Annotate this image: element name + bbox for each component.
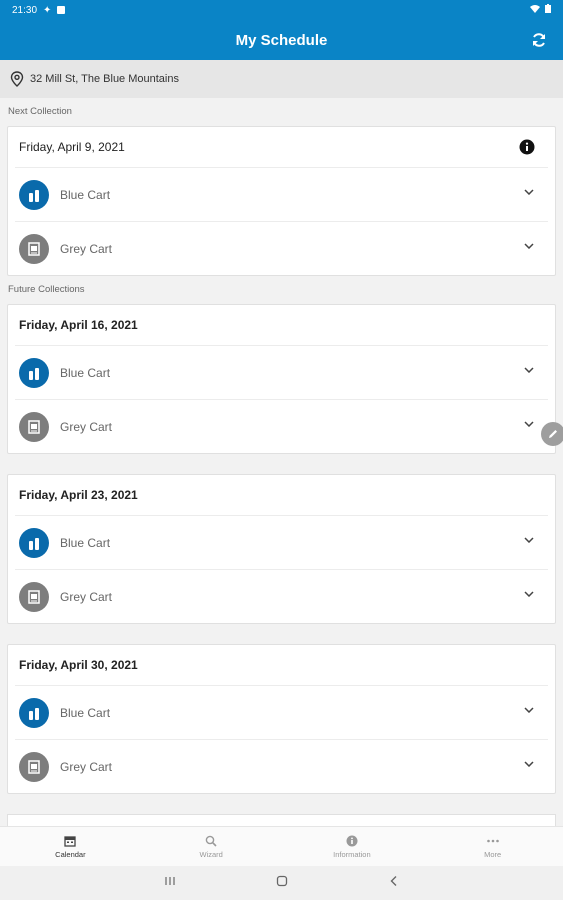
battery-icon bbox=[545, 4, 551, 16]
grey-cart-row[interactable]: Grey Cart bbox=[15, 221, 548, 275]
chevron-down-icon[interactable] bbox=[524, 761, 534, 767]
grey-cart-row[interactable]: Grey Cart bbox=[15, 399, 548, 453]
grey-cart-row[interactable]: Grey Cart bbox=[15, 569, 548, 623]
future-collection-card: Friday, April 30, 2021 Blue Cart Grey Ca… bbox=[7, 644, 556, 794]
collection-date: Friday, April 23, 2021 bbox=[19, 488, 138, 502]
chevron-down-icon[interactable] bbox=[524, 243, 534, 249]
refresh-icon bbox=[533, 33, 545, 47]
blue-cart-row[interactable]: Blue Cart bbox=[15, 345, 548, 399]
nav-label: Information bbox=[333, 849, 371, 859]
grey-cart-icon bbox=[19, 411, 49, 442]
blue-cart-icon bbox=[19, 179, 49, 210]
chevron-down-icon[interactable] bbox=[524, 707, 534, 713]
collection-date-header: Friday, April 9, 2021 bbox=[8, 127, 555, 167]
nav-calendar[interactable]: Calendar bbox=[0, 827, 141, 866]
nav-more[interactable]: More bbox=[422, 827, 563, 866]
chevron-down-icon[interactable] bbox=[524, 189, 534, 195]
cart-label: Blue Cart bbox=[60, 705, 111, 720]
collection-date-header: Friday, April 30, 2021 bbox=[8, 645, 555, 685]
collection-date-header: Friday, April 23, 2021 bbox=[8, 475, 555, 515]
cart-label: Grey Cart bbox=[60, 419, 113, 434]
system-nav-bar bbox=[0, 866, 563, 900]
app-notification-icon bbox=[57, 6, 66, 14]
collection-date: Friday, April 30, 2021 bbox=[19, 658, 138, 672]
app-bar: My Schedule bbox=[0, 20, 563, 60]
status-time: 21:30 bbox=[12, 4, 38, 16]
info-icon[interactable] bbox=[519, 139, 535, 158]
nav-label: Calendar bbox=[55, 849, 86, 859]
home-icon bbox=[276, 875, 287, 887]
grey-cart-icon bbox=[19, 751, 49, 782]
nav-wizard[interactable]: Wizard bbox=[141, 827, 282, 866]
calendar-icon bbox=[64, 835, 77, 847]
edit-button[interactable] bbox=[541, 422, 563, 446]
blue-cart-row[interactable]: Blue Cart bbox=[15, 515, 548, 569]
schedule-list[interactable]: Next Collection Friday, April 9, 2021 Bl… bbox=[0, 98, 563, 826]
chevron-down-icon[interactable] bbox=[524, 421, 534, 427]
chevron-down-icon[interactable] bbox=[524, 537, 534, 543]
blue-cart-icon bbox=[19, 357, 49, 388]
page-title: My Schedule bbox=[235, 31, 328, 49]
cart-label: Grey Cart bbox=[60, 589, 113, 604]
blue-cart-icon bbox=[19, 697, 49, 728]
grey-cart-icon bbox=[19, 233, 49, 264]
collection-date: Friday, April 9, 2021 bbox=[19, 140, 125, 154]
collection-date-header: Friday, April 16, 2021 bbox=[8, 305, 555, 345]
nav-information[interactable]: Information bbox=[282, 827, 423, 866]
status-bar: 21:30 ✦ bbox=[0, 0, 563, 20]
future-collection-card: Friday, April 23, 2021 Blue Cart Grey Ca… bbox=[7, 474, 556, 624]
home-button[interactable] bbox=[276, 874, 288, 892]
address-bar[interactable]: 32 Mill St, The Blue Mountains bbox=[0, 60, 563, 98]
blue-cart-row[interactable]: Blue Cart bbox=[15, 167, 548, 221]
grey-cart-icon bbox=[19, 581, 49, 612]
back-button[interactable] bbox=[388, 874, 400, 892]
pencil-icon bbox=[549, 430, 557, 438]
chevron-down-icon[interactable] bbox=[524, 367, 534, 373]
blue-cart-row[interactable]: Blue Cart bbox=[15, 685, 548, 739]
future-collections-label: Future Collections bbox=[8, 284, 85, 295]
refresh-button[interactable] bbox=[527, 28, 551, 52]
cart-label: Blue Cart bbox=[60, 535, 111, 550]
nav-label: Wizard bbox=[199, 849, 223, 859]
future-collection-card-partial bbox=[7, 814, 556, 826]
wifi-icon bbox=[530, 4, 540, 16]
chevron-down-icon[interactable] bbox=[524, 591, 534, 597]
address-text: 32 Mill St, The Blue Mountains bbox=[30, 73, 179, 85]
bottom-nav: Calendar Wizard Information More bbox=[0, 826, 563, 866]
search-icon bbox=[205, 835, 217, 847]
cart-label: Grey Cart bbox=[60, 759, 113, 774]
notification-icon: ✦ bbox=[43, 4, 52, 16]
recent-apps-icon bbox=[164, 877, 175, 885]
blue-cart-icon bbox=[19, 527, 49, 558]
back-icon bbox=[390, 876, 396, 886]
cart-label: Blue Cart bbox=[60, 365, 111, 380]
grey-cart-row[interactable]: Grey Cart bbox=[15, 739, 548, 793]
recent-apps-button[interactable] bbox=[164, 874, 176, 892]
future-collection-card: Friday, April 16, 2021 Blue Cart Grey Ca… bbox=[7, 304, 556, 454]
cart-label: Grey Cart bbox=[60, 241, 113, 256]
location-pin-icon bbox=[10, 71, 24, 87]
nav-label: More bbox=[484, 849, 502, 859]
info-icon bbox=[346, 835, 358, 846]
next-collection-card: Friday, April 9, 2021 Blue Cart Grey Car… bbox=[7, 126, 556, 276]
collection-date: Friday, April 16, 2021 bbox=[19, 318, 138, 332]
cart-label: Blue Cart bbox=[60, 187, 111, 202]
more-icon bbox=[486, 839, 499, 842]
next-collection-label: Next Collection bbox=[8, 106, 72, 117]
